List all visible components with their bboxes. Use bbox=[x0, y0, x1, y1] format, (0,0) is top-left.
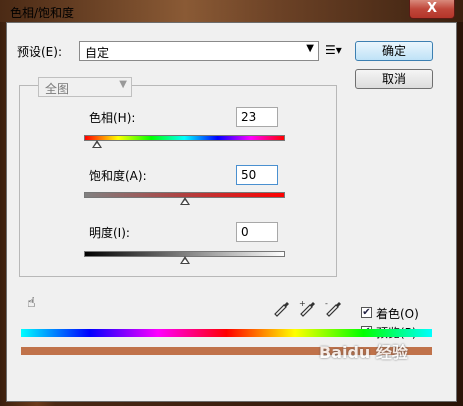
input-color-bar[interactable] bbox=[21, 329, 432, 337]
preset-value: 自定 bbox=[85, 46, 110, 60]
lightness-label: 明度(I): bbox=[89, 226, 130, 240]
cancel-button[interactable]: 取消 bbox=[355, 69, 433, 89]
preset-options-icon[interactable]: ☰▾ bbox=[325, 43, 342, 57]
adjustment-group bbox=[19, 85, 337, 277]
watermark: Baidu 经验 bbox=[319, 343, 408, 362]
saturation-slider-thumb[interactable] bbox=[179, 197, 190, 205]
window-title: 色相/饱和度 bbox=[10, 6, 75, 20]
colorize-checkbox[interactable]: ✔ bbox=[361, 307, 372, 318]
chevron-down-icon: ▼ bbox=[306, 43, 314, 54]
hand-tool-icon[interactable]: ☝ bbox=[27, 295, 36, 311]
close-button[interactable]: X bbox=[409, 0, 455, 19]
channel-value: 全图 bbox=[45, 82, 70, 96]
hue-label: 色相(H): bbox=[89, 111, 136, 125]
svg-text:-: - bbox=[325, 299, 328, 308]
hue-input[interactable]: 23 bbox=[236, 107, 278, 127]
preset-dropdown[interactable]: 自定 ▼ bbox=[79, 41, 319, 61]
colorize-label: 着色(O) bbox=[376, 307, 419, 321]
dialog-window: 预设(E): 自定 ▼ ☰▾ 确定 取消 全图 ▼ 色相(H): 23 饱和度(… bbox=[6, 22, 457, 402]
lightness-slider-thumb[interactable] bbox=[179, 256, 190, 264]
hue-slider-thumb[interactable] bbox=[91, 140, 102, 148]
svg-text:+: + bbox=[299, 299, 306, 308]
chevron-down-icon: ▼ bbox=[119, 79, 127, 90]
channel-dropdown[interactable]: 全图 ▼ bbox=[38, 77, 132, 97]
lightness-input[interactable]: 0 bbox=[236, 222, 278, 242]
eyedropper-icon[interactable] bbox=[272, 297, 292, 317]
saturation-input[interactable]: 50 bbox=[236, 165, 278, 185]
hue-slider-track[interactable] bbox=[84, 135, 285, 141]
eyedropper-subtract-icon[interactable]: - bbox=[324, 297, 344, 317]
saturation-label: 饱和度(A): bbox=[89, 169, 147, 183]
ok-button[interactable]: 确定 bbox=[355, 41, 433, 61]
title-bar: 色相/饱和度 X bbox=[0, 0, 463, 22]
preset-label: 预设(E): bbox=[17, 45, 62, 59]
eyedropper-add-icon[interactable]: + bbox=[298, 297, 318, 317]
